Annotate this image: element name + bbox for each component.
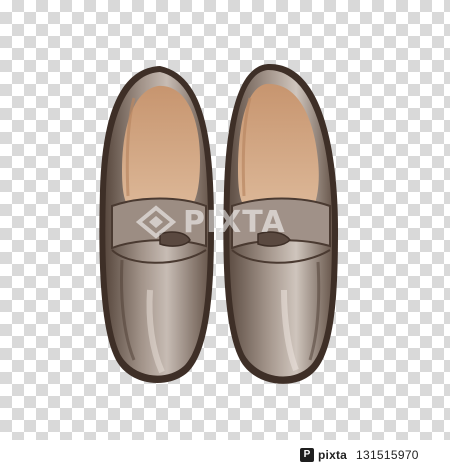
pixta-logo-icon bbox=[135, 205, 177, 239]
pixta-watermark: PIXTA bbox=[135, 200, 315, 244]
footer-bar: P pixta 131515970 bbox=[0, 440, 450, 469]
watermark-text: PIXTA bbox=[183, 204, 286, 240]
image-id: 131515970 bbox=[356, 448, 419, 462]
brand-name: pixta bbox=[318, 448, 348, 462]
pixta-mark-icon: P bbox=[300, 448, 314, 462]
brand: P pixta bbox=[300, 447, 347, 463]
